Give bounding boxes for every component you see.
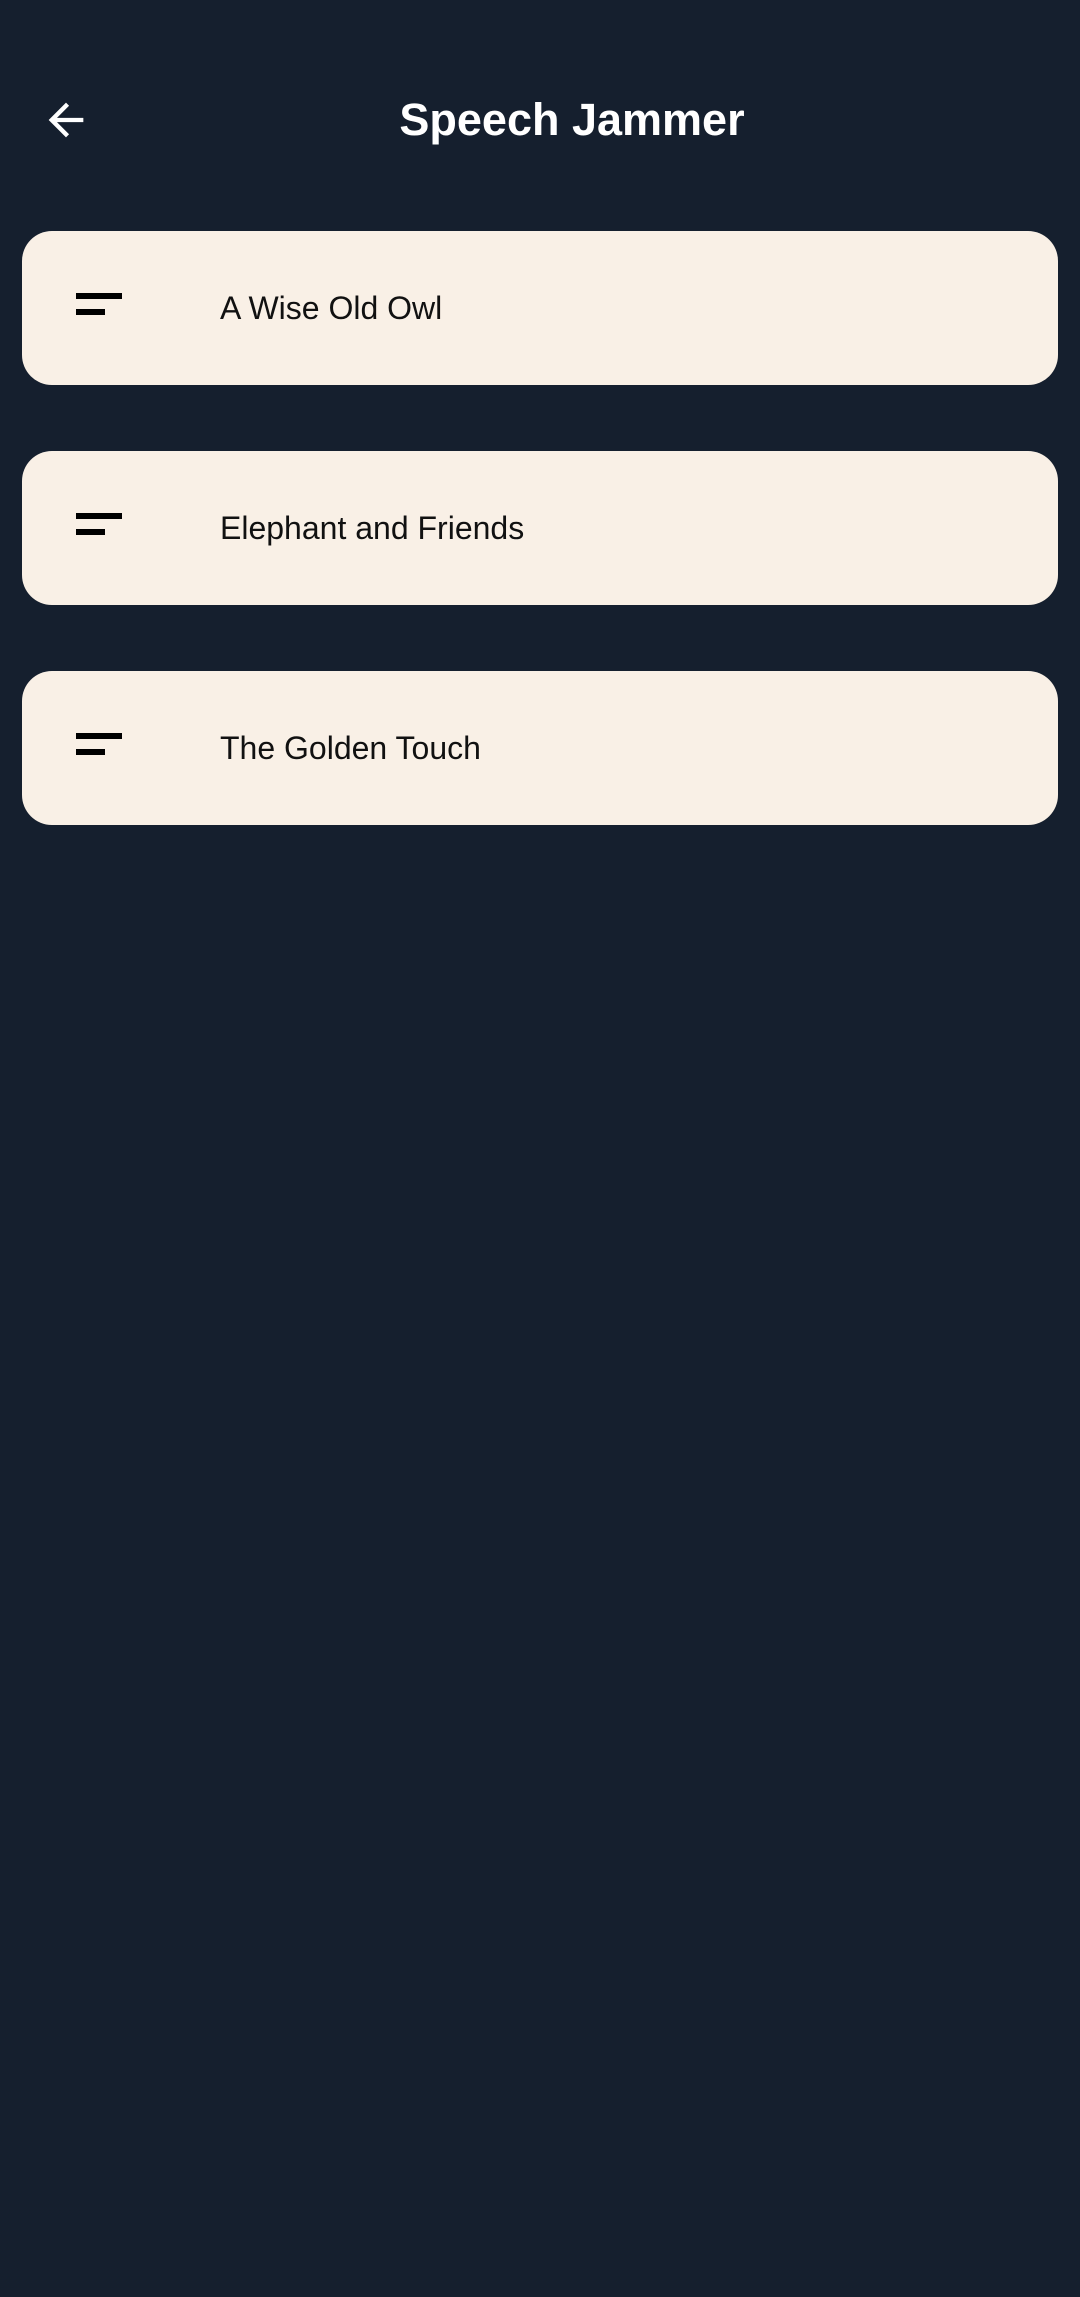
story-title: A Wise Old Owl	[220, 290, 443, 326]
story-title: Elephant and Friends	[220, 510, 525, 546]
short-text-icon	[76, 513, 122, 543]
short-text-icon	[76, 733, 122, 763]
page-title: Speech Jammer	[399, 94, 745, 145]
story-list: A Wise Old Owl Elephant and Friends The …	[22, 231, 1058, 891]
story-item-elephant-and-friends[interactable]: Elephant and Friends	[22, 451, 1058, 605]
story-item-the-golden-touch[interactable]: The Golden Touch	[22, 671, 1058, 825]
app-bar: Speech Jammer	[0, 0, 1080, 240]
story-item-a-wise-old-owl[interactable]: A Wise Old Owl	[22, 231, 1058, 385]
short-text-icon	[76, 293, 122, 323]
story-title: The Golden Touch	[220, 730, 481, 766]
